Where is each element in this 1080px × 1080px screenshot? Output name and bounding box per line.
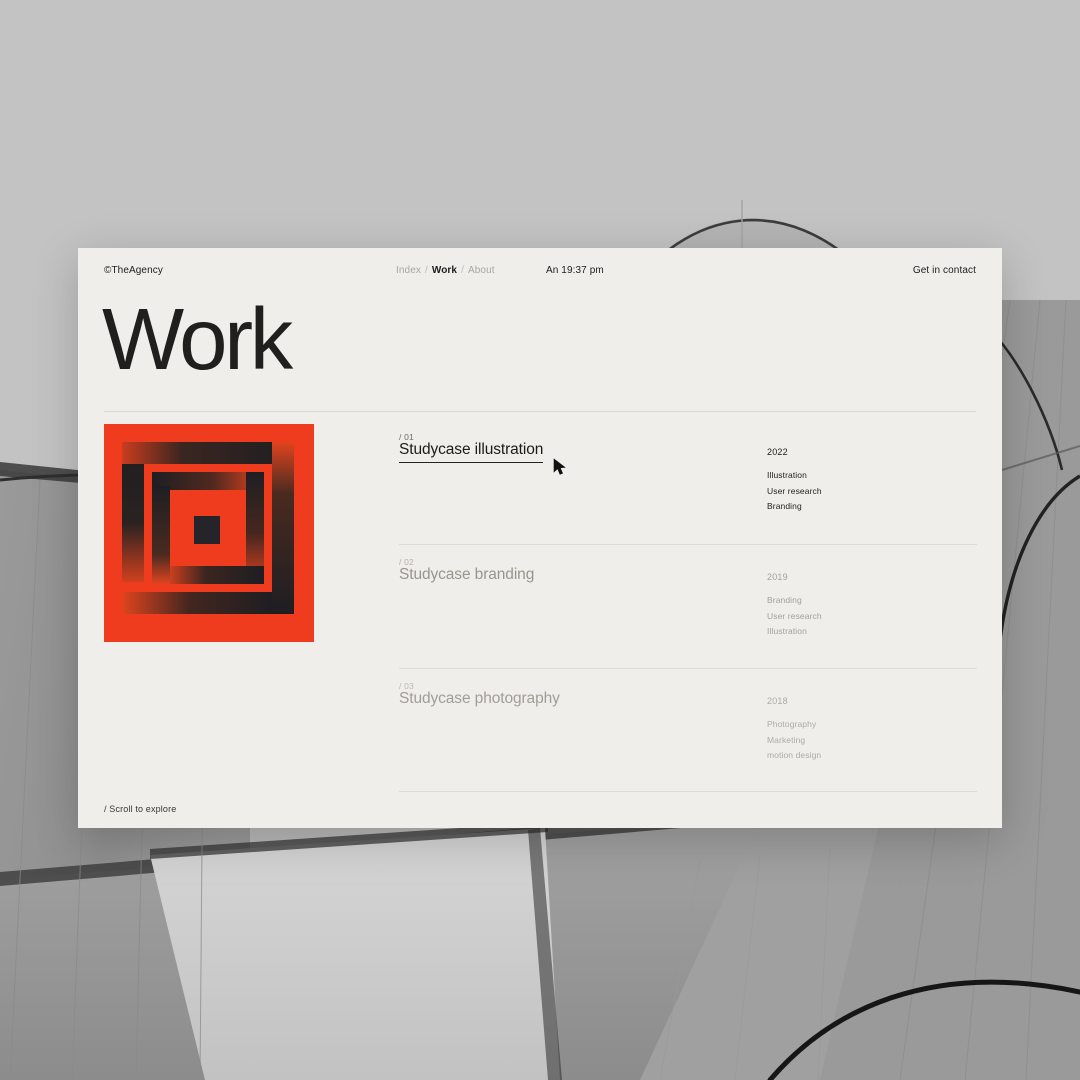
project-tag: Branding [767,595,802,605]
project-tag: Marketing [767,734,806,745]
project-tag: motion design [767,750,822,760]
project-row[interactable]: / 02 Studycase branding 2019 Branding Us… [399,544,977,668]
project-row[interactable]: / 03 Studycase photography 2018 Photogra… [399,668,977,792]
project-tag: Illustration [767,470,807,480]
get-in-contact-link[interactable]: Get in contact [913,265,976,276]
scroll-hint: / Scroll to explore [104,804,177,814]
main-navigation: Index / Work / About [396,265,495,276]
project-tag: Illustration [767,626,807,636]
project-tags: Branding User research Illustration [767,593,822,640]
nav-separator: / [461,265,464,276]
local-time: An 19:37 pm [546,265,604,276]
nav-separator: / [424,265,428,276]
spiral-square-icon [104,424,314,642]
project-list: / 01 Studycase illustration 2022 Illustr… [399,420,977,792]
project-tags: Illustration User research Branding [767,468,822,515]
project-year: 2022 [767,447,788,457]
nav-item-about[interactable]: About [468,265,495,276]
project-artwork-thumbnail[interactable] [104,424,314,642]
project-row[interactable]: / 01 Studycase illustration 2022 Illustr… [399,420,977,544]
project-tag: Photography [767,719,817,729]
nav-item-work[interactable]: Work [432,265,457,276]
project-title[interactable]: Studycase illustration [399,441,543,463]
brand-logo[interactable]: ©TheAgency [104,265,163,276]
project-year: 2018 [767,696,788,706]
project-year: 2019 [767,572,788,582]
project-tag: User research [767,485,822,496]
title-divider [104,411,976,412]
mouse-cursor [553,458,566,475]
project-tag: User research [767,610,822,621]
nav-item-index[interactable]: Index [396,265,421,276]
project-title[interactable]: Studycase photography [399,690,560,711]
project-tags: Photography Marketing motion design [767,717,821,764]
project-tag: Branding [767,501,802,511]
project-title[interactable]: Studycase branding [399,566,534,587]
website-mockup-card: ©TheAgency Index / Work / About An 19:37 pm … [78,248,1002,828]
page-title: Work [102,291,293,388]
